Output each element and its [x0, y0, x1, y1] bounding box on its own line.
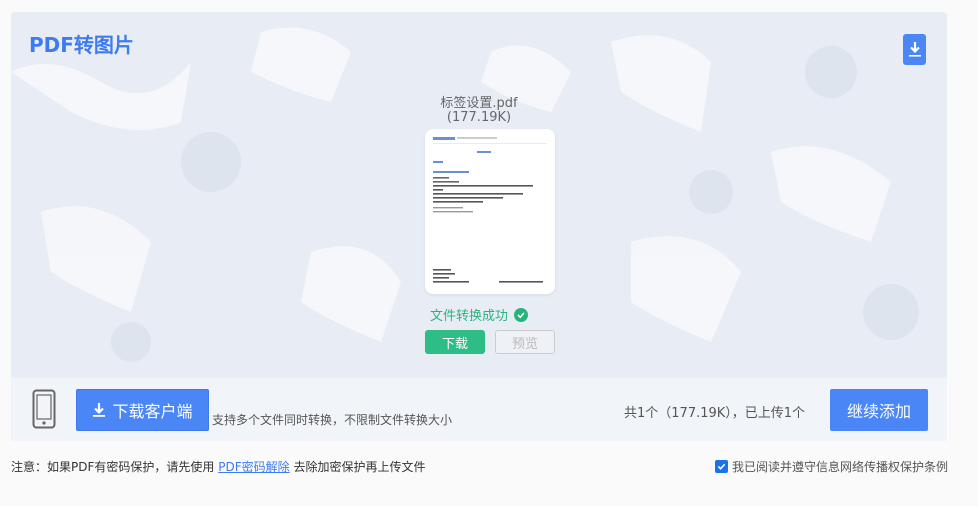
status-text: 文件转换成功 — [429, 309, 508, 324]
download-client-button[interactable]: 下载客户端 — [76, 389, 209, 431]
download-button[interactable]: 下载 — [425, 330, 485, 354]
add-more-button[interactable]: 继续添加 — [830, 389, 928, 431]
pdf-page-preview — [433, 137, 547, 283]
download-client-label: 下载客户端 — [112, 402, 193, 421]
agreement-text: 我已阅读并遵守信息网络传播权保护条例 — [731, 460, 948, 474]
upload-count: 共1个（177.19K），已上传1个 — [624, 406, 806, 421]
checkbox-checked-icon[interactable] — [714, 460, 728, 473]
notice-prefix: 注意：如果PDF有密码保护，请先使用 — [11, 460, 215, 474]
password-notice: 注意：如果PDF有密码保护，请先使用 PDF密码解除 去除加密保护再上传文件 — [11, 458, 425, 475]
client-description: 支持多个文件同时转换，不限制文件转换大小 — [212, 413, 453, 427]
download-icon — [908, 41, 921, 57]
action-bar: 下载客户端 支持多个文件同时转换，不限制文件转换大小 共1个（177.19K），… — [11, 378, 947, 441]
page-title: PDF转图片 — [29, 33, 134, 57]
agreement[interactable]: 我已阅读并遵守信息网络传播权保护条例 — [714, 458, 948, 475]
pdf-unlock-link[interactable]: PDF密码解除 — [218, 460, 289, 474]
file-size: (177.19K) — [446, 110, 512, 125]
corner-download-button[interactable] — [903, 34, 926, 65]
download-icon — [93, 403, 106, 417]
check-circle-icon — [514, 307, 528, 322]
pdf-thumbnail[interactable] — [425, 129, 555, 294]
preview-button[interactable]: 预览 — [495, 330, 555, 354]
file-name: 标签设置.pdf — [440, 96, 518, 111]
conversion-panel: PDF转图片 标签设置.pdf (177.19K) 文件转换成功 下载 预览 — [11, 12, 947, 378]
mobile-phone-icon — [32, 389, 56, 429]
conversion-status: 文件转换成功 — [11, 305, 947, 324]
notice-suffix: 去除加密保护再上传文件 — [293, 460, 426, 474]
